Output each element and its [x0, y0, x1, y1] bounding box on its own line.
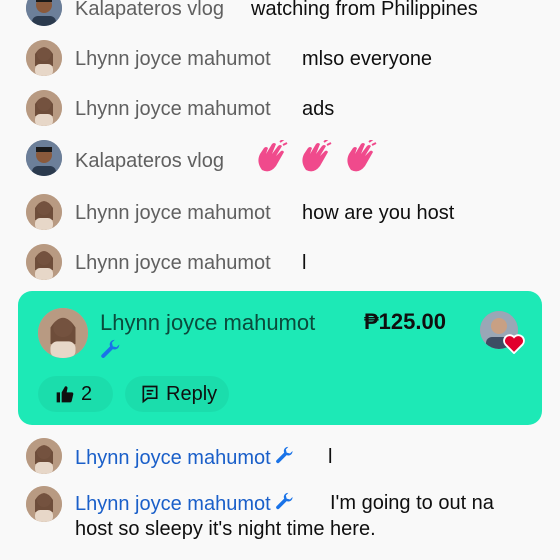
like-button[interactable]: 2 — [38, 376, 113, 412]
author-name[interactable]: Lhynn joyce mahumot — [75, 252, 271, 275]
heart-icon — [503, 334, 525, 354]
avatar — [26, 140, 62, 176]
chat-message[interactable]: Lhynn joyce mahumot how are you host — [0, 194, 560, 230]
super-chat-card[interactable]: Lhynn joyce mahumot ₱125.00 2 Reply — [18, 291, 542, 425]
author-name[interactable]: Lhynn joyce mahumot — [75, 98, 271, 121]
message-text: ads — [302, 98, 335, 120]
author-name[interactable]: Lhynn joyce mahumot — [100, 310, 315, 336]
chat-message[interactable]: Lhynn joyce mahumot l — [0, 438, 560, 474]
chat-message[interactable]: Kalapateros vlog — [0, 140, 560, 180]
like-count: 2 — [81, 382, 93, 405]
avatar — [38, 308, 88, 358]
message-text: l — [328, 446, 333, 468]
reply-label: Reply — [166, 382, 218, 405]
thumbs-up-icon — [56, 386, 74, 403]
waving-hand-emoji — [347, 140, 377, 172]
waving-hand-emoji — [302, 140, 332, 172]
wrench-icon — [101, 339, 120, 358]
avatar — [26, 0, 62, 26]
author-name[interactable]: Kalapateros vlog — [75, 150, 224, 173]
message-text: I'm going to out na — [330, 492, 494, 514]
author-name[interactable]: Kalapateros vlog — [75, 0, 224, 21]
waving-hand-emoji — [258, 140, 288, 172]
avatar — [26, 194, 62, 230]
message-text: watching from Philippines — [251, 0, 478, 20]
super-chat-amount: ₱125.00 — [364, 309, 446, 334]
message-text: mlso everyone — [302, 48, 433, 70]
wrench-icon — [275, 492, 293, 510]
message-text-continued: host so sleepy it's night time here. — [75, 518, 376, 540]
chat-message[interactable]: Lhynn joyce mahumot mlso everyone — [0, 40, 560, 76]
chat-message[interactable]: Lhynn joyce mahumot I'm going to out na … — [0, 486, 560, 546]
message-text: l — [302, 252, 307, 274]
chat-message[interactable]: Lhynn joyce mahumot l — [0, 244, 560, 280]
reply-button[interactable]: Reply — [125, 376, 229, 412]
avatar — [26, 486, 62, 522]
chat-message[interactable]: Lhynn joyce mahumot ads — [0, 90, 560, 126]
avatar — [26, 244, 62, 280]
author-name[interactable]: Lhynn joyce mahumot — [75, 48, 271, 71]
reply-icon — [142, 385, 158, 404]
author-name[interactable]: Lhynn joyce mahumot — [75, 492, 295, 516]
avatar — [26, 90, 62, 126]
author-name[interactable]: Lhynn joyce mahumot — [75, 202, 271, 225]
message-text: how are you host — [302, 202, 455, 224]
emoji-group — [252, 140, 381, 179]
wrench-icon — [275, 446, 293, 464]
avatar — [26, 438, 62, 474]
chat-message[interactable]: Kalapateros vlog watching from Philippin… — [0, 0, 560, 26]
author-name[interactable]: Lhynn joyce mahumot — [75, 446, 295, 470]
avatar — [26, 40, 62, 76]
